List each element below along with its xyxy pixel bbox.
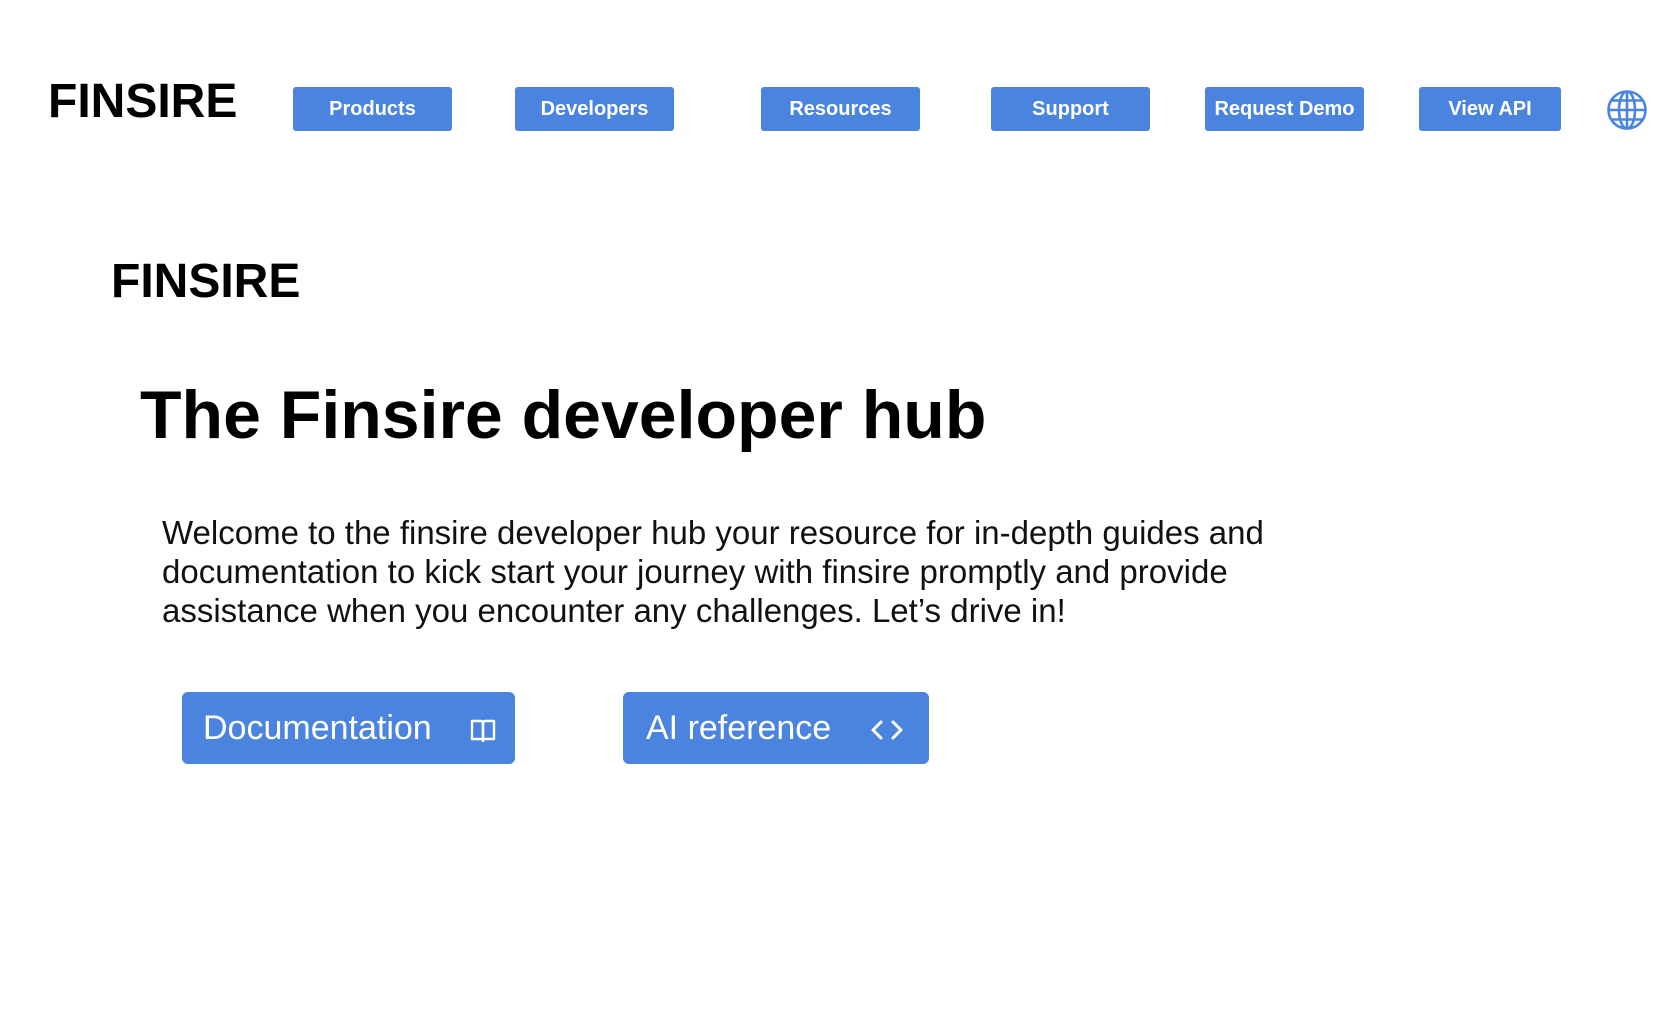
nav-request-demo-button[interactable]: Request Demo	[1205, 87, 1364, 131]
hero-logo: FINSIRE	[111, 255, 301, 308]
book-icon	[469, 714, 497, 743]
intro-paragraph: Welcome to the finsire developer hub you…	[162, 514, 1264, 629]
ai-reference-button[interactable]: AI reference	[623, 692, 929, 764]
globe-icon[interactable]	[1605, 88, 1649, 132]
page-title: The Finsire developer hub	[140, 377, 987, 453]
nav-developers-button[interactable]: Developers	[515, 87, 674, 131]
ai-reference-button-label: AI reference	[646, 708, 832, 747]
nav-resources-button[interactable]: Resources	[761, 87, 920, 131]
documentation-button-label: Documentation	[203, 708, 432, 747]
documentation-button[interactable]: Documentation	[182, 692, 515, 764]
site-logo[interactable]: FINSIRE	[48, 78, 237, 126]
nav-products-button[interactable]: Products	[293, 87, 452, 131]
nav-support-button[interactable]: Support	[991, 87, 1150, 131]
code-icon	[869, 714, 905, 742]
nav-view-api-button[interactable]: View API	[1419, 87, 1561, 131]
